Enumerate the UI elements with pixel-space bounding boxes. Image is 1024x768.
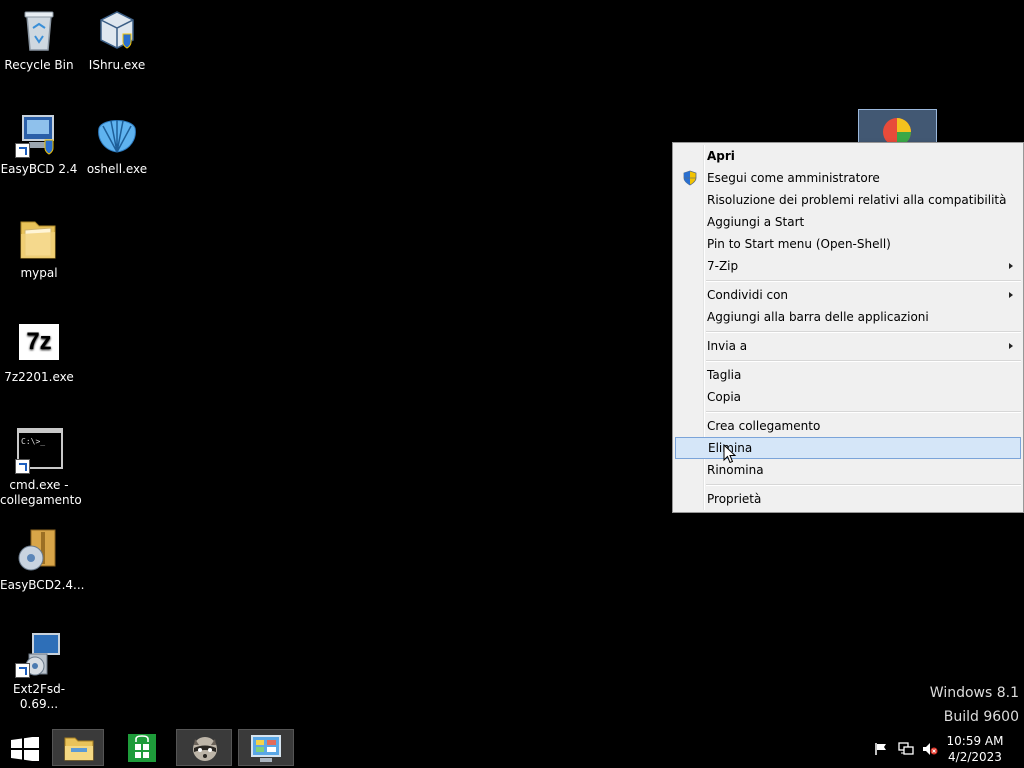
- mouse-cursor-icon: [723, 443, 737, 464]
- partition-app-icon: [877, 114, 917, 146]
- installer-icon: [15, 526, 63, 574]
- desktop-icon-mypal[interactable]: mypal: [0, 214, 78, 281]
- menu-item-compat-troubleshoot[interactable]: Risoluzione dei problemi relativi alla c…: [675, 189, 1021, 211]
- menu-item-pin-start[interactable]: Aggiungi a Start: [675, 211, 1021, 233]
- menu-item-label: Risoluzione dei problemi relativi alla c…: [707, 193, 1007, 207]
- taskbar-clock[interactable]: 10:59 AM 4/2/2023: [945, 733, 1005, 765]
- shortcut-arrow-icon: [15, 143, 30, 158]
- desktop-icon-ishru[interactable]: IShru.exe: [78, 6, 156, 73]
- menu-item-create-shortcut[interactable]: Crea collegamento: [675, 415, 1021, 437]
- menu-item-label: 7-Zip: [707, 259, 739, 273]
- menu-separator: [706, 280, 1021, 282]
- menu-item-7zip[interactable]: 7-Zip: [675, 255, 1021, 277]
- volume-muted-icon[interactable]: [922, 741, 938, 755]
- start-icon: [11, 736, 39, 765]
- easybcd-icon: [15, 110, 63, 158]
- desktop-icon-label: Ext2Fsd-0.69...: [12, 682, 66, 711]
- menu-item-run-as-admin[interactable]: Esegui come amministratore: [675, 167, 1021, 189]
- menu-item-label: Copia: [707, 390, 742, 404]
- desktop-icon-label: Recycle Bin: [4, 58, 74, 72]
- cmd-prompt-glyph: C:\>_: [21, 437, 46, 446]
- clock-date: 4/2/2023: [948, 750, 1002, 764]
- menu-item-label: Pin to Start menu (Open-Shell): [707, 237, 891, 251]
- menu-item-label: Crea collegamento: [707, 419, 821, 433]
- desktop-icon-easybcd-installer[interactable]: EasyBCD2.4...: [0, 526, 85, 593]
- menu-item-send-to[interactable]: Invia a: [675, 335, 1021, 357]
- menu-item-label: Taglia: [707, 368, 742, 382]
- taskbar-store[interactable]: [116, 729, 168, 766]
- setup-icon: [15, 630, 63, 678]
- menu-item-cut[interactable]: Taglia: [675, 364, 1021, 386]
- desktop-icon-label: mypal: [20, 266, 58, 280]
- control-panel-icon: [250, 734, 282, 768]
- submenu-arrow-icon: [1009, 343, 1013, 349]
- menu-item-share-with[interactable]: Condividi con: [675, 284, 1021, 306]
- recycle-bin-icon: [15, 6, 63, 54]
- menu-item-properties[interactable]: Proprietà: [675, 488, 1021, 510]
- desktop-icon-ext2fsd[interactable]: Ext2Fsd-0.69...: [0, 630, 78, 712]
- desktop-icon-recycle-bin[interactable]: Recycle Bin: [0, 6, 78, 73]
- desktop-icon-7z2201[interactable]: 7z 7z2201.exe: [0, 318, 78, 385]
- action-center-flag-icon[interactable]: [874, 741, 888, 755]
- taskbar-file-explorer[interactable]: [52, 729, 104, 766]
- raccoon-app-icon: [190, 733, 220, 767]
- menu-item-label: Apri: [707, 149, 735, 163]
- desktop-icon-cmd[interactable]: C:\>_ cmd.exe - collegamento: [0, 426, 82, 508]
- windows-version-watermark: Windows 8.1: [929, 685, 1019, 701]
- shortcut-arrow-icon: [15, 459, 30, 474]
- menu-item-label: Rinomina: [707, 463, 764, 477]
- submenu-arrow-icon: [1009, 263, 1013, 269]
- menu-item-label: Invia a: [707, 339, 748, 353]
- submenu-arrow-icon: [1009, 292, 1013, 298]
- menu-item-label: Aggiungi a Start: [707, 215, 805, 229]
- desktop-icon-label: EasyBCD 2.4: [0, 162, 78, 176]
- 7zip-glyph: 7z: [19, 324, 59, 360]
- desktop-icon-easybcd[interactable]: EasyBCD 2.4: [0, 110, 78, 177]
- clock-time: 10:59 AM: [946, 734, 1004, 748]
- desktop-icon-label: oshell.exe: [86, 162, 148, 176]
- 7zip-icon: 7z: [15, 318, 63, 366]
- shortcut-arrow-icon: [15, 663, 30, 678]
- taskbar-raccoon-app[interactable]: [176, 729, 232, 766]
- shell-icon: [93, 110, 141, 158]
- menu-separator: [706, 360, 1021, 362]
- menu-separator: [706, 331, 1021, 333]
- taskbar-control-panel[interactable]: [238, 729, 294, 766]
- desktop-icon-label: IShru.exe: [88, 58, 146, 72]
- menu-separator: [706, 484, 1021, 486]
- desktop-icon-oshell[interactable]: oshell.exe: [78, 110, 156, 177]
- desktop-icon-label: cmd.exe - collegamento: [0, 478, 82, 507]
- menu-item-pin-open-shell[interactable]: Pin to Start menu (Open-Shell): [675, 233, 1021, 255]
- menu-item-label: Esegui come amministratore: [707, 171, 880, 185]
- virtualbox-icon: [93, 6, 141, 54]
- menu-separator: [706, 411, 1021, 413]
- menu-item-label: Proprietà: [707, 492, 762, 506]
- start-button[interactable]: [2, 729, 46, 766]
- uac-shield-icon: [682, 170, 698, 186]
- windows-build-watermark: Build 9600: [943, 709, 1019, 725]
- cmd-icon: C:\>_: [15, 426, 63, 474]
- file-explorer-icon: [63, 734, 95, 766]
- menu-item-apri[interactable]: Apri: [675, 145, 1021, 167]
- menu-item-label: Condividi con: [707, 288, 789, 302]
- store-icon: [128, 734, 156, 766]
- menu-item-copy[interactable]: Copia: [675, 386, 1021, 408]
- menu-item-pin-taskbar[interactable]: Aggiungi alla barra delle applicazioni: [675, 306, 1021, 328]
- desktop-icon-label: 7z2201.exe: [4, 370, 74, 384]
- network-icon[interactable]: [898, 741, 914, 755]
- menu-item-label: Aggiungi alla barra delle applicazioni: [707, 310, 929, 324]
- taskbar: 10:59 AM 4/2/2023: [0, 728, 1024, 768]
- folder-icon: [15, 214, 63, 262]
- selected-desktop-item[interactable]: [858, 109, 937, 146]
- desktop-icon-label: EasyBCD2.4...: [0, 578, 85, 592]
